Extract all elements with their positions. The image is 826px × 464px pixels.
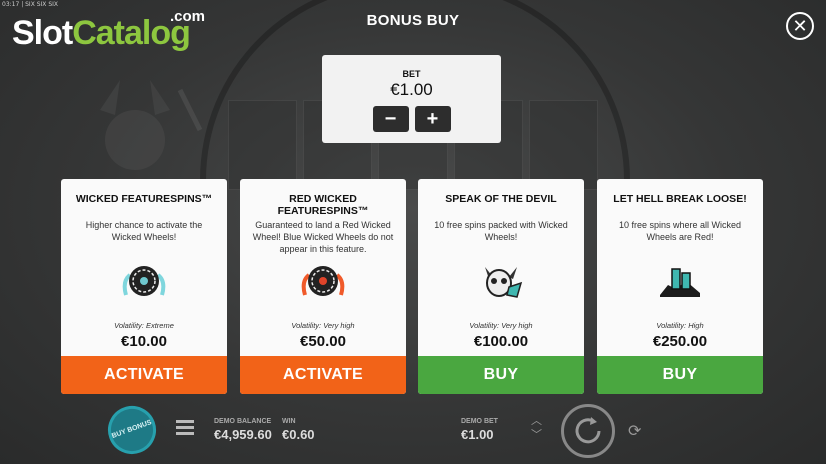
- wicked-wheel-icon: [122, 266, 166, 296]
- card-volatility: Volatility: High: [656, 321, 704, 330]
- background-devil-icon: [100, 80, 203, 170]
- card-description: 10 free spins packed with Wicked Wheels!: [434, 220, 568, 242]
- chevron-down-icon[interactable]: ﹀: [531, 428, 542, 442]
- card-volatility: Volatility: Very high: [469, 321, 533, 330]
- bonus-card-red-wicked-featurespins: RED WICKED FEATURESPINS™ Guaranteed to l…: [240, 179, 406, 394]
- activate-button[interactable]: ACTIVATE: [240, 356, 406, 394]
- spin-icon: [575, 417, 601, 444]
- card-price: €10.00: [121, 333, 167, 350]
- close-button[interactable]: ✕: [786, 12, 814, 40]
- bet-label: BET: [402, 69, 421, 79]
- spin-button[interactable]: [561, 404, 615, 458]
- demo-bet-value: €1.00: [461, 427, 494, 442]
- devil-skull-icon: [485, 267, 523, 298]
- bonus-card-let-hell-break-loose: LET HELL BREAK LOOSE! 10 free spins wher…: [597, 179, 763, 394]
- win-label: WIN: [282, 418, 296, 425]
- bet-panel: BET €1.00 − +: [322, 55, 501, 143]
- autoplay-icon[interactable]: ⟳: [628, 421, 641, 441]
- bet-decrease-button[interactable]: −: [372, 106, 409, 132]
- dialog-title: BONUS BUY: [366, 12, 460, 29]
- card-description: 10 free spins where all Wicked Wheels ar…: [618, 220, 742, 242]
- bonus-cards: WICKED FEATURESPINS™ Higher chance to ac…: [61, 179, 763, 394]
- chevron-up-icon[interactable]: ︿: [531, 414, 542, 428]
- menu-icon[interactable]: [176, 420, 194, 436]
- buy-button[interactable]: BUY: [418, 356, 584, 394]
- card-title: LET HELL BREAK LOOSE!: [613, 193, 747, 205]
- bet-adjust-arrows[interactable]: ︿ ﹀: [531, 414, 542, 442]
- bonus-card-wicked-featurespins: WICKED FEATURESPINS™ Higher chance to ac…: [61, 179, 227, 394]
- bonus-card-speak-of-the-devil: SPEAK OF THE DEVIL 10 free spins packed …: [418, 179, 584, 394]
- card-description: Higher chance to activate the Wicked Whe…: [85, 220, 203, 242]
- bet-value: €1.00: [390, 80, 433, 99]
- card-price: €50.00: [300, 333, 346, 350]
- buy-bonus-button[interactable]: BUY BONUS: [101, 399, 163, 461]
- red-wheel-icon: [301, 266, 345, 296]
- card-volatility: Volatility: Extreme: [114, 321, 174, 330]
- demo-balance-label: DEMO BALANCE: [214, 418, 272, 425]
- win-value: €0.60: [282, 427, 315, 442]
- demo-balance-value: €4,959.60: [214, 427, 272, 442]
- card-title: SPEAK OF THE DEVIL: [445, 193, 557, 205]
- card-price: €250.00: [652, 333, 708, 350]
- status-bar: 03:17 | SIX SIX SIX: [2, 1, 59, 8]
- activate-button[interactable]: ACTIVATE: [61, 356, 227, 394]
- hell-logo-icon: [660, 268, 700, 297]
- card-description: Guaranteed to land a Red Wicked Wheel! B…: [252, 220, 394, 254]
- card-title: WICKED FEATURESPINS™: [75, 193, 213, 205]
- card-volatility: Volatility: Very high: [291, 321, 355, 330]
- bottom-bar: BUY BONUS DEMO BALANCE €4,959.60 WIN €0.…: [0, 399, 826, 464]
- bet-increase-button[interactable]: +: [414, 106, 451, 132]
- close-icon: ✕: [792, 16, 808, 36]
- demo-bet-label: DEMO BET: [461, 418, 498, 425]
- buy-button[interactable]: BUY: [597, 356, 763, 394]
- card-price: €100.00: [473, 333, 529, 350]
- card-title: RED WICKED FEATURESPINS™: [277, 193, 369, 217]
